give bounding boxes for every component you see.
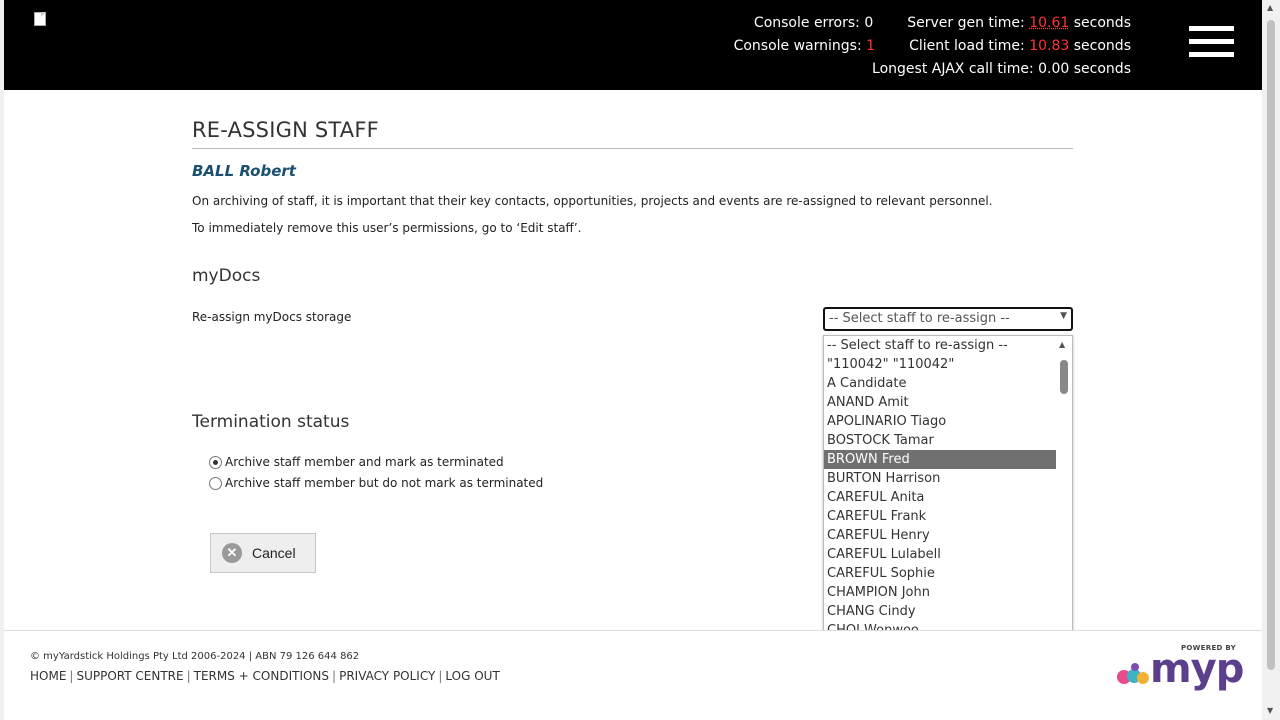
dropdown-option[interactable]: ANAND Amit xyxy=(824,393,1057,412)
termination-status-title: Termination status xyxy=(192,412,350,432)
select-value: -- Select staff to re-assign -- xyxy=(829,311,1010,326)
copyright-text: © myYardstick Holdings Pty Ltd 2006-2024… xyxy=(30,651,360,662)
dropdown-scroll-thumb[interactable] xyxy=(1060,360,1068,394)
client-load-label: Client load time: xyxy=(909,38,1030,54)
dropdown-option[interactable]: -- Select staff to re-assign -- xyxy=(824,336,1057,355)
close-icon: ✕ xyxy=(222,543,242,563)
longest-ajax-unit: seconds xyxy=(1069,61,1131,77)
archive-info-text: On archiving of staff, it is important t… xyxy=(192,194,993,208)
staff-name: BALL Robert xyxy=(192,162,296,180)
radio-archive-terminated[interactable]: Archive staff member and mark as termina… xyxy=(209,455,504,469)
dropdown-option[interactable]: BOSTOCK Tamar xyxy=(824,431,1057,450)
myp-dots-icon xyxy=(1117,663,1149,684)
dropdown-option[interactable]: CAREFUL Sophie xyxy=(824,564,1057,583)
client-load-unit: seconds xyxy=(1069,38,1131,54)
radio-button-checked[interactable] xyxy=(209,455,222,469)
cancel-label: Cancel xyxy=(252,545,296,561)
footer-link-home[interactable]: HOME xyxy=(30,669,66,683)
longest-ajax-value: 0.00 xyxy=(1038,61,1070,77)
performance-stats: Console errors: 0 Server gen time: 10.61 … xyxy=(734,12,1131,81)
dropdown-option[interactable]: BROWN Fred xyxy=(824,450,1057,469)
page-scroll-up-icon[interactable]: ▲ xyxy=(1267,3,1273,12)
top-header: Console errors: 0 Server gen time: 10.61 … xyxy=(4,0,1262,90)
reassign-mydocs-label: Re-assign myDocs storage xyxy=(192,310,352,324)
radio-label-not-terminated: Archive staff member but do not mark as … xyxy=(225,476,544,490)
dropdown-option[interactable]: A Candidate xyxy=(824,374,1057,393)
mydocs-section-title: myDocs xyxy=(192,266,261,286)
myp-brand-text: myp xyxy=(1150,646,1244,692)
scroll-up-arrow-icon[interactable]: ▲ xyxy=(1059,340,1065,349)
server-gen-unit: seconds xyxy=(1069,15,1131,31)
dropdown-option[interactable]: BURTON Harrison xyxy=(824,469,1057,488)
page-scrollbar[interactable]: ▲ ▼ xyxy=(1262,0,1280,720)
permissions-info-text: To immediately remove this user’s permis… xyxy=(192,221,582,235)
footer-link-privacy[interactable]: PRIVACY POLICY xyxy=(339,669,435,683)
hamburger-icon[interactable] xyxy=(1189,26,1234,62)
longest-ajax-label: Longest AJAX call time: xyxy=(872,61,1039,77)
footer-link-support[interactable]: SUPPORT CENTRE xyxy=(76,669,183,683)
powered-by-myp-logo: POWERED BY myp xyxy=(1108,644,1244,694)
radio-button[interactable] xyxy=(209,476,222,490)
console-errors-value: 0 xyxy=(864,15,874,31)
footer-links: HOME | SUPPORT CENTRE | TERMS + CONDITIONS | P… xyxy=(30,669,500,683)
dropdown-option[interactable]: CAREFUL Anita xyxy=(824,488,1057,507)
dropdown-option[interactable]: "110042" "110042" xyxy=(824,355,1057,374)
radio-label-terminated: Archive staff member and mark as termina… xyxy=(225,455,504,469)
footer-link-terms[interactable]: TERMS + CONDITIONS xyxy=(194,669,329,683)
page-title: RE-ASSIGN STAFF xyxy=(192,118,1073,149)
footer-link-logout[interactable]: LOG OUT xyxy=(445,669,499,683)
radio-archive-not-terminated[interactable]: Archive staff member but do not mark as … xyxy=(209,476,543,490)
page-scroll-down-icon[interactable]: ▼ xyxy=(1267,706,1273,715)
dropdown-option[interactable]: CAREFUL Lulabell xyxy=(824,545,1057,564)
dropdown-option[interactable]: CAREFUL Henry xyxy=(824,526,1057,545)
console-warnings-label: Console warnings: xyxy=(733,38,867,54)
server-gen-label: Server gen time: xyxy=(907,15,1030,31)
console-warnings-value: 1 xyxy=(866,38,876,54)
server-gen-value: 10.61 xyxy=(1029,15,1070,31)
client-load-value: 10.83 xyxy=(1029,38,1070,54)
dropdown-arrow-icon: ▼ xyxy=(1060,311,1067,321)
page-scroll-thumb[interactable] xyxy=(1267,20,1275,670)
cancel-button[interactable]: ✕ Cancel xyxy=(210,533,316,573)
dropdown-option[interactable]: APOLINARIO Tiago xyxy=(824,412,1057,431)
dropdown-option[interactable]: CHANG Cindy xyxy=(824,602,1057,621)
dropdown-option[interactable]: CHAMPION John xyxy=(824,583,1057,602)
footer: © myYardstick Holdings Pty Ltd 2006-2024… xyxy=(4,630,1262,716)
page: Console errors: 0 Server gen time: 10.61 … xyxy=(4,0,1262,716)
dropdown-option[interactable]: CAREFUL Frank xyxy=(824,507,1057,526)
main-content: RE-ASSIGN STAFF BALL Robert On archiving… xyxy=(192,118,1073,573)
console-errors-label: Console errors: xyxy=(753,15,865,31)
broken-image-icon[interactable] xyxy=(34,12,50,28)
reassign-staff-select[interactable]: -- Select staff to re-assign -- ▼ xyxy=(823,307,1073,331)
